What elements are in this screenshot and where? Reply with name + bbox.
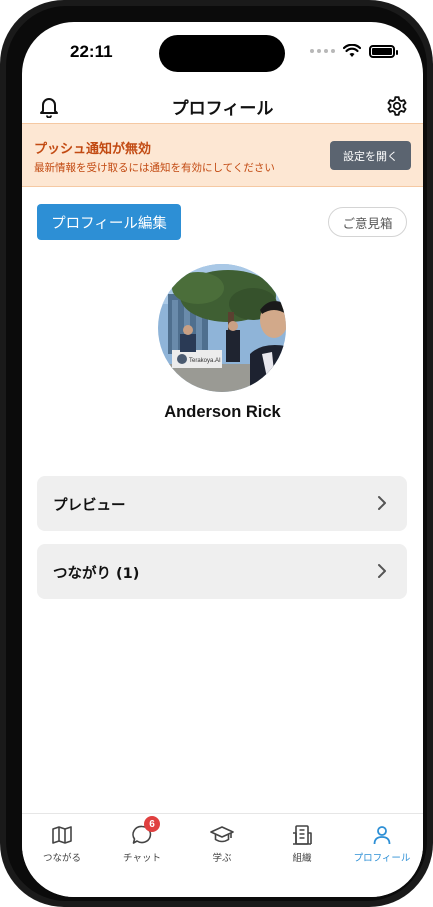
- photo-sign-text: Terakoya.AI: [189, 358, 221, 364]
- connections-label: つながり (1): [53, 566, 140, 582]
- battery-icon: [369, 44, 398, 58]
- page-title: プロフィール: [171, 99, 274, 119]
- tab-organization-label: 組織: [292, 853, 312, 864]
- profile-name: Anderson Rick: [164, 403, 281, 421]
- phone-bezel: 22:11 プロフィール プッシュ通知が無効 最新情報を受け取るには通知を有効に…: [6, 6, 427, 901]
- tab-chat[interactable]: 6 チャット: [102, 816, 182, 864]
- dynamic-island: [159, 35, 285, 72]
- status-time: 22:11: [70, 42, 113, 61]
- feedback-box-button[interactable]: ご意見箱: [328, 207, 407, 237]
- push-notification-disabled-banner: プッシュ通知が無効 最新情報を受け取るには通知を有効にしてください 設定を開く: [22, 123, 423, 187]
- phone-frame: 22:11 プロフィール プッシュ通知が無効 最新情報を受け取るには通知を有効に…: [0, 0, 433, 907]
- preview-row[interactable]: プレビュー: [37, 476, 407, 531]
- tab-chat-label: チャット: [123, 853, 161, 864]
- connections-row[interactable]: つながり (1): [37, 544, 407, 599]
- cellular-signal-icon: [310, 49, 335, 53]
- tab-connect[interactable]: つながる: [22, 822, 102, 864]
- person-icon: [373, 826, 391, 845]
- open-settings-button[interactable]: 設定を開く: [330, 141, 411, 170]
- map-icon: [52, 826, 72, 844]
- chevron-right-icon: [378, 496, 386, 510]
- status-icons: [310, 44, 398, 58]
- top-navigation-bar: プロフィール: [22, 88, 423, 124]
- tab-connect-label: つながる: [42, 853, 81, 864]
- chevron-right-icon: [378, 564, 386, 578]
- building-icon: [293, 825, 312, 845]
- tab-learn[interactable]: 学ぶ: [182, 822, 262, 864]
- preview-label: プレビュー: [53, 498, 126, 514]
- tab-profile-label: プロフィール: [353, 853, 411, 864]
- wifi-icon: [343, 44, 361, 57]
- settings-gear-icon[interactable]: [383, 92, 411, 120]
- tab-learn-label: 学ぶ: [212, 853, 232, 864]
- tab-profile[interactable]: プロフィール: [342, 822, 422, 864]
- tab-organization[interactable]: 組織: [262, 822, 342, 864]
- chat-unread-badge: 6: [144, 816, 160, 832]
- banner-subtitle: 最新情報を受け取るには通知を有効にしてください: [34, 162, 275, 174]
- profile-avatar[interactable]: Terakoya.AI: [158, 264, 286, 392]
- banner-title: プッシュ通知が無効: [34, 142, 152, 157]
- edit-profile-button[interactable]: プロフィール編集: [37, 204, 181, 240]
- graduation-cap-icon: [210, 826, 234, 843]
- app-screen: 22:11 プロフィール プッシュ通知が無効 最新情報を受け取るには通知を有効に…: [22, 22, 423, 897]
- bottom-tab-bar: つながる 6 チャット 学ぶ 組織 プロフィール: [22, 813, 423, 897]
- profile-photo: Terakoya.AI: [158, 264, 286, 392]
